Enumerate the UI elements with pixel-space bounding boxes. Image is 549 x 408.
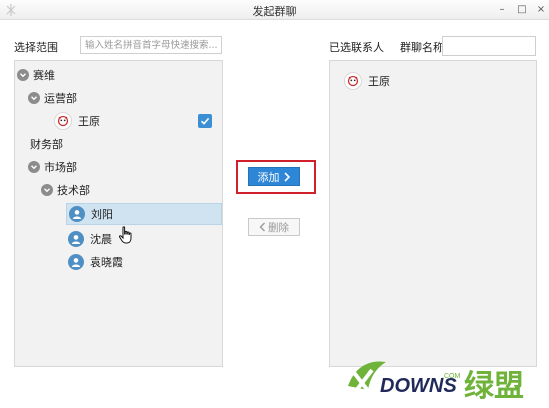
watermark-logo-text: 绿盟 [464, 369, 524, 404]
member-name: 沈晨 [90, 233, 112, 246]
chevron-left-icon [259, 222, 265, 232]
title-bar: 发起群聊 – □ × [0, 0, 549, 20]
chevron-down-icon[interactable] [41, 184, 53, 196]
tree-node-dept-finance[interactable]: 财务部 [30, 133, 63, 155]
tree-member-shenchen[interactable]: 沈晨 [68, 228, 112, 250]
user-avatar-icon [69, 206, 85, 222]
tree-node-dept-market[interactable]: 市场部 [28, 156, 77, 178]
close-button[interactable]: × [533, 2, 549, 18]
minimize-button[interactable]: – [494, 2, 510, 18]
chevron-down-icon[interactable] [28, 161, 40, 173]
search-input[interactable] [80, 36, 222, 54]
watermark-logo: DOWNS .COM 绿盟 [348, 361, 524, 404]
window-title: 发起群聊 [252, 5, 297, 18]
tree-member-yuanxiaoxia[interactable]: 袁晓霞 [68, 251, 123, 273]
watermark-suffix: .COM [442, 373, 460, 380]
chevron-right-icon [283, 171, 290, 182]
tree-node-label: 运营部 [44, 92, 77, 105]
hand-cursor-icon [118, 226, 132, 244]
maximize-button[interactable]: □ [514, 2, 530, 18]
add-button-label: 添加 [257, 170, 280, 184]
avatar [344, 72, 362, 90]
member-name: 王原 [78, 115, 100, 128]
selected-contacts-label: 已选联系人 [329, 41, 384, 54]
tree-node-label: 市场部 [44, 161, 77, 174]
tree-node-dept-ops[interactable]: 运营部 [28, 87, 77, 109]
tree-node-label: 赛维 [33, 69, 55, 82]
member-checkbox-checked[interactable] [198, 114, 212, 128]
chevron-down-icon[interactable] [17, 69, 29, 81]
avatar [54, 112, 72, 130]
selected-contacts-panel[interactable] [329, 60, 537, 367]
delete-button-label: 删除 [268, 221, 289, 234]
group-name-label: 群聊名称 [400, 41, 444, 54]
chevron-down-icon[interactable] [28, 92, 40, 104]
tree-node-label: 财务部 [30, 138, 63, 151]
tree-member-liuyang[interactable]: 刘阳 [66, 203, 222, 225]
user-avatar-icon [68, 231, 84, 247]
tree-member-wangyuan[interactable]: 王原 [54, 110, 100, 132]
tree-node-dept-tech[interactable]: 技术部 [41, 179, 90, 201]
member-name: 袁晓霞 [90, 256, 123, 269]
group-name-input[interactable] [442, 36, 536, 56]
tree-node-root[interactable]: 赛维 [17, 64, 55, 86]
member-name: 刘阳 [91, 208, 113, 221]
delete-button[interactable]: 删除 [248, 218, 300, 236]
check-icon [200, 117, 210, 125]
scope-label: 选择范围 [14, 41, 58, 54]
tree-node-label: 技术部 [57, 184, 90, 197]
selected-contact-item[interactable]: 王原 [344, 70, 390, 92]
selected-contact-name: 王原 [368, 75, 390, 88]
add-button[interactable]: 添加 [248, 167, 300, 186]
user-avatar-icon [68, 254, 84, 270]
